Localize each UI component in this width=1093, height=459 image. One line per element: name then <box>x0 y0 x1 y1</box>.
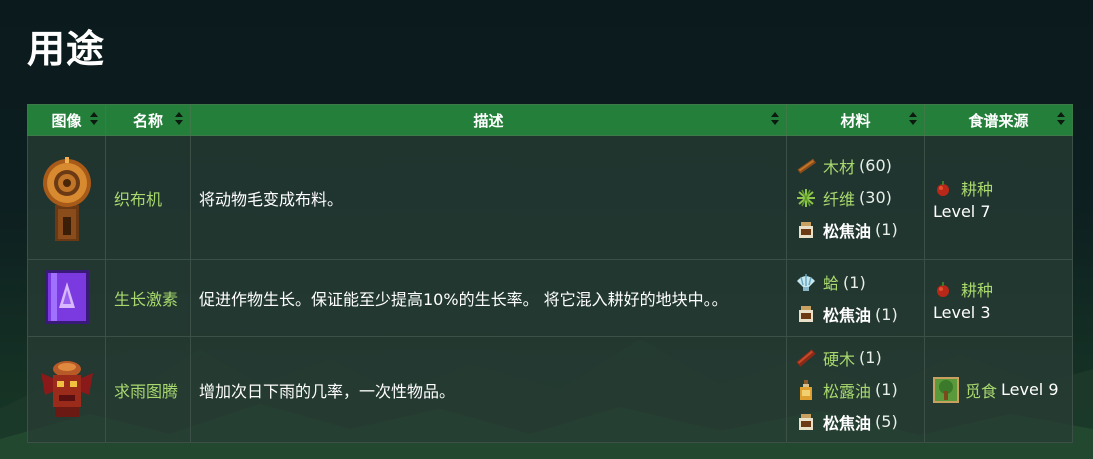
table-row: 求雨图腾 增加次日下雨的几率，一次性物品。 硬木 (1) 松露油 (1) 松焦油… <box>27 336 1073 443</box>
material-name: 松焦油 <box>823 306 872 325</box>
fiber-icon <box>797 188 815 207</box>
recipe-source-skill: 耕种 <box>933 174 1064 202</box>
sort-icon[interactable] <box>90 112 98 126</box>
material-quantity: (1) <box>875 304 898 324</box>
column-header-recipe-source[interactable]: 食谱来源 <box>924 104 1073 136</box>
material-item: 松焦油 (1) <box>795 214 916 246</box>
image-cell <box>27 259 106 337</box>
material-quantity: (1) <box>875 380 898 399</box>
item-name-link[interactable]: 织布机 <box>114 190 162 209</box>
item-name-link[interactable]: 求雨图腾 <box>114 382 178 401</box>
material-item: 蛤 (1) <box>795 266 916 298</box>
item-description: 将动物毛变成布料。 <box>199 189 344 209</box>
image-cell <box>27 135 106 260</box>
item-description: 增加次日下雨的几率，一次性物品。 <box>199 381 456 401</box>
skill-link[interactable]: 觅食 <box>965 378 997 402</box>
material-item: 松露油 (1) <box>795 374 916 406</box>
material-name-link[interactable]: 硬木 <box>823 346 855 370</box>
material-name-link[interactable]: 蛤 <box>823 270 839 294</box>
material-name-link[interactable]: 松露油 <box>823 378 871 402</box>
sort-icon[interactable] <box>175 112 183 126</box>
description-cell: 将动物毛变成布料。 <box>190 135 787 260</box>
column-header-name[interactable]: 名称 <box>105 104 191 136</box>
recipe-source-skill: 耕种 <box>933 275 1064 303</box>
materials-cell: 蛤 (1) 松焦油 (1) <box>786 259 925 337</box>
recipe-source-cell: 耕种 Level 3 <box>924 259 1073 337</box>
table-row: 生长激素 促进作物生长。保证能至少提高10%的生长率。 将它混入耕好的地块中。。… <box>27 259 1073 337</box>
column-header-materials-label: 材料 <box>840 111 871 130</box>
material-item: 纤维 (30) <box>795 182 916 214</box>
skill-level: Level 3 <box>933 302 991 322</box>
recipe-source-cell: 觅食 Level 9 <box>924 336 1073 443</box>
truffle-oil-icon <box>800 379 812 400</box>
page-title: 用途 <box>27 27 106 71</box>
item-name-link[interactable]: 生长激素 <box>114 290 178 309</box>
table-row: 织布机 将动物毛变成布料。 木材 (60) 纤维 (30) 松焦油 (1) 耕种… <box>27 135 1073 260</box>
wood-icon <box>797 158 816 174</box>
column-header-materials[interactable]: 材料 <box>786 104 925 136</box>
material-item: 松焦油 (1) <box>795 298 916 330</box>
sort-icon[interactable] <box>771 112 779 126</box>
pine-tar-icon <box>799 413 813 430</box>
skill-link[interactable]: 耕种 <box>961 277 993 301</box>
rain-totem-icon[interactable] <box>37 355 97 421</box>
sort-icon[interactable] <box>1057 112 1065 126</box>
material-name-link[interactable]: 纤维 <box>823 186 855 210</box>
column-header-recipe-source-label: 食谱来源 <box>968 111 1029 130</box>
pine-tar-icon <box>799 221 813 238</box>
column-header-description[interactable]: 描述 <box>190 104 787 136</box>
crafting-table: 图像 名称 描述 材料 食谱来源 织布机 将动物毛变成布料。 木材 (60) 纤… <box>27 104 1073 443</box>
hardwood-icon <box>796 348 816 367</box>
recipe-source-skill: 觅食 Level 9 <box>933 376 1064 404</box>
material-item: 松焦油 (5) <box>795 406 916 438</box>
clam-icon <box>797 274 815 291</box>
name-cell: 织布机 <box>105 135 191 260</box>
material-item: 木材 (60) <box>795 150 916 182</box>
skill-link[interactable]: 耕种 <box>961 176 993 200</box>
column-header-image-label: 图像 <box>51 111 82 130</box>
farming-icon <box>937 181 949 196</box>
material-quantity: (30) <box>859 188 892 207</box>
skill-level: Level 7 <box>933 202 991 221</box>
material-quantity: (5) <box>875 412 898 431</box>
column-header-image[interactable]: 图像 <box>27 104 106 136</box>
material-quantity: (1) <box>875 220 898 239</box>
material-item: 硬木 (1) <box>795 342 916 374</box>
column-header-description-label: 描述 <box>473 111 504 130</box>
column-header-name-label: 名称 <box>132 111 163 130</box>
material-name: 松焦油 <box>823 413 872 433</box>
description-cell: 促进作物生长。保证能至少提高10%的生长率。 将它混入耕好的地块中。。 <box>190 259 787 337</box>
speed-gro-icon[interactable] <box>39 264 95 328</box>
table-header-row: 图像 名称 描述 材料 食谱来源 <box>27 104 1073 136</box>
description-cell: 增加次日下雨的几率，一次性物品。 <box>190 336 787 443</box>
image-cell <box>27 336 106 443</box>
name-cell: 生长激素 <box>105 259 191 337</box>
material-quantity: (1) <box>859 348 882 367</box>
foraging-icon <box>933 376 959 403</box>
materials-cell: 硬木 (1) 松露油 (1) 松焦油 (5) <box>786 336 925 443</box>
material-name-link[interactable]: 木材 <box>823 154 855 178</box>
material-name: 松焦油 <box>823 221 872 241</box>
skill-level: Level 9 <box>1001 380 1059 399</box>
item-description: 促进作物生长。保证能至少提高10%的生长率。 将它混入耕好的地块中。。 <box>199 290 728 309</box>
materials-cell: 木材 (60) 纤维 (30) 松焦油 (1) <box>786 135 925 260</box>
material-quantity: (1) <box>843 272 866 292</box>
farming-icon <box>937 281 949 297</box>
material-quantity: (60) <box>859 156 892 175</box>
sort-icon[interactable] <box>909 112 917 126</box>
pine-tar-icon <box>799 306 813 322</box>
loom-icon[interactable] <box>41 149 93 243</box>
name-cell: 求雨图腾 <box>105 336 191 443</box>
recipe-source-cell: 耕种 Level 7 <box>924 135 1073 260</box>
